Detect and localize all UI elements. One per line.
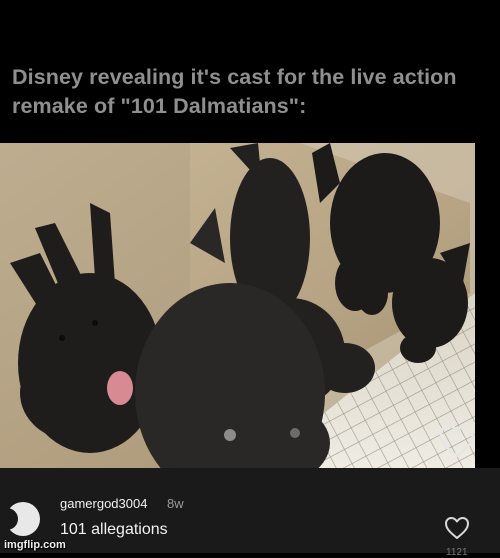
puppies-photo (0, 143, 475, 468)
watermark: imgflip.com (4, 539, 66, 551)
comment-username[interactable]: gamergod3004 (60, 496, 147, 511)
post-photo[interactable] (0, 143, 475, 468)
comment-text: 101 allegations (60, 521, 168, 538)
comment-timestamp: 8w (167, 496, 184, 511)
meme-screen: Disney revealing it's cast for the live … (0, 0, 500, 558)
heart-outline-icon[interactable] (438, 423, 476, 459)
post-caption: Disney revealing it's cast for the live … (12, 65, 457, 118)
avatar[interactable] (0, 502, 40, 536)
heart-outline-icon[interactable] (444, 516, 470, 540)
